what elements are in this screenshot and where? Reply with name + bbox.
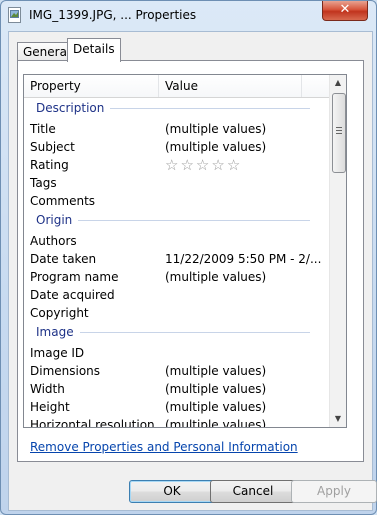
star-icon[interactable]: ☆ [180,156,195,174]
close-button[interactable]: ✕ [322,1,368,21]
property-row-height[interactable]: Height (multiple values) [24,398,330,416]
rating-stars[interactable]: ☆☆☆☆☆ [165,156,242,174]
property-value[interactable]: (multiple values) [165,400,266,414]
tab-general-label: General [23,45,71,59]
property-row-horizontal-resolution[interactable]: Horizontal resolution (multiple values) [24,416,330,428]
property-name: Subject [30,140,75,154]
tab-details[interactable]: Details [67,38,121,62]
remove-properties-link[interactable]: Remove Properties and Personal Informati… [30,440,298,454]
property-name: Program name [30,270,119,284]
property-rows: Description Title (multiple values) Subj… [24,98,330,428]
property-row-title[interactable]: Title (multiple values) [24,120,330,138]
ok-button[interactable]: OK [129,480,215,503]
group-label: Origin [36,213,79,227]
property-name: Title [30,122,56,136]
property-row-date-taken[interactable]: Date taken 11/22/2009 5:50 PM - 2/... [24,250,330,268]
property-value[interactable]: (multiple values) [165,418,266,427]
title-bar[interactable]: IMG_1399.JPG, ... Properties ✕ [1,1,376,31]
property-row-copyright[interactable]: Copyright [24,304,330,322]
property-row-comments[interactable]: Comments [24,192,330,210]
property-name: Date acquired [30,288,115,302]
apply-button[interactable]: Apply [291,480,377,503]
property-name: Height [30,400,70,414]
property-row-program-name[interactable]: Program name (multiple values) [24,268,330,286]
property-value[interactable]: (multiple values) [165,382,266,396]
cancel-button[interactable]: Cancel [210,480,296,503]
property-name: Width [30,382,65,396]
property-name: Copyright [30,306,89,320]
tab-details-label: Details [73,42,115,56]
group-header-image: Image [24,322,330,344]
group-label: Image [36,325,80,339]
column-header-value[interactable]: Value [159,75,302,97]
star-icon[interactable]: ☆ [196,156,211,174]
property-value[interactable]: (multiple values) [165,364,266,378]
property-name: Rating [30,158,69,172]
property-name: Date taken [30,252,97,266]
column-header-property[interactable]: Property [24,75,159,97]
group-header-origin: Origin [24,210,330,232]
property-row-dimensions[interactable]: Dimensions (multiple values) [24,362,330,380]
vertical-scrollbar[interactable]: ▲ ▼ [329,75,346,427]
property-name: Dimensions [30,364,101,378]
property-row-image-id[interactable]: Image ID [24,344,330,362]
property-value[interactable]: (multiple values) [165,122,266,136]
properties-dialog: IMG_1399.JPG, ... Properties ✕ General D… [0,0,377,515]
dialog-client-area: General Details Property Value Descripti… [8,31,377,511]
star-icon[interactable]: ☆ [165,156,180,174]
property-name: Authors [30,234,77,248]
property-row-tags[interactable]: Tags [24,174,330,192]
property-value[interactable]: (multiple values) [165,140,266,154]
property-name: Horizontal resolution [30,418,155,428]
scroll-down-arrow-icon[interactable]: ▼ [330,411,346,427]
window-title: IMG_1399.JPG, ... Properties [29,8,197,22]
star-icon[interactable]: ☆ [227,156,242,174]
scroll-up-arrow-icon[interactable]: ▲ [330,75,346,91]
property-value[interactable]: (multiple values) [165,270,266,284]
property-name: Comments [30,194,96,208]
scroll-thumb[interactable] [332,93,346,173]
property-row-rating[interactable]: Rating ☆☆☆☆☆ [24,156,330,174]
group-label: Description [36,101,111,115]
grip-icon [336,127,342,136]
property-row-width[interactable]: Width (multiple values) [24,380,330,398]
property-row-authors[interactable]: Authors [24,232,330,250]
list-header: Property Value [24,75,330,98]
property-row-date-acquired[interactable]: Date acquired [24,286,330,304]
property-name: Image ID [30,346,85,360]
property-row-subject[interactable]: Subject (multiple values) [24,138,330,156]
group-header-description: Description [24,98,330,120]
property-name: Tags [30,176,57,190]
property-value[interactable]: 11/22/2009 5:50 PM - 2/... [165,252,321,266]
image-file-icon [8,7,21,23]
close-icon: ✕ [339,2,351,17]
star-icon[interactable]: ☆ [211,156,226,174]
properties-list[interactable]: Property Value Description Title (multip… [23,74,347,428]
